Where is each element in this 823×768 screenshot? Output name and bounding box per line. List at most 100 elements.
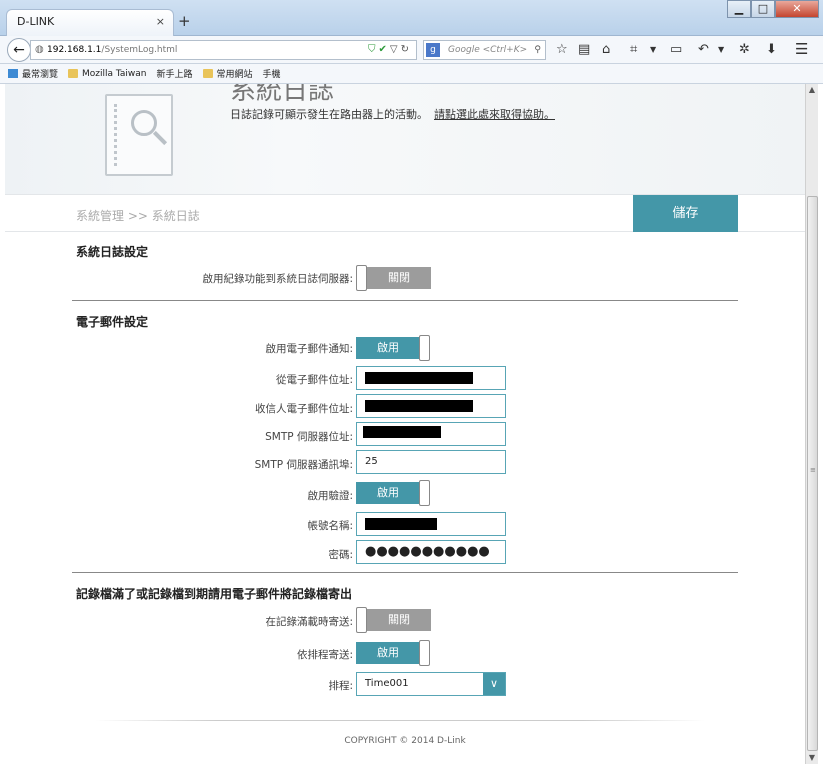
navigation-toolbar: ← ◍ 192.168.1.1/SystemLog.html ⛉✔▽↻ g Go… bbox=[0, 36, 823, 64]
reading-list-icon[interactable]: ▤ bbox=[578, 42, 590, 57]
copyright-text: COPYRIGHT © 2014 D-Link bbox=[344, 736, 466, 746]
search-icon[interactable]: ⚲ bbox=[534, 41, 541, 59]
menu-icon[interactable]: ☰ bbox=[795, 40, 808, 58]
smtp-port-field[interactable]: 25 bbox=[356, 450, 506, 474]
from-email-label: 從電子郵件位址: bbox=[275, 374, 353, 386]
send-on-full-toggle[interactable]: 關閉 bbox=[356, 607, 431, 633]
description-text: 日誌記錄可顯示發生在路由器上的活動。 bbox=[230, 108, 428, 121]
from-email-field[interactable] bbox=[356, 366, 506, 390]
bookmark-label: 最常瀏覽 bbox=[22, 70, 59, 80]
password-label: 密碼: bbox=[328, 549, 353, 561]
maximize-button[interactable]: □ bbox=[751, 0, 775, 18]
page-header: 系統日誌 日誌記錄可顯示發生在路由器上的活動。 請點選此處來取得協助。 bbox=[5, 84, 805, 194]
back-arrow-icon: ← bbox=[13, 42, 25, 58]
url-path: /SystemLog.html bbox=[101, 45, 178, 55]
section-divider bbox=[72, 572, 738, 573]
chevron-down-icon[interactable]: ∨ bbox=[483, 673, 505, 695]
globe-icon: ◍ bbox=[35, 44, 44, 55]
scroll-up-icon[interactable]: ▲ bbox=[806, 84, 818, 96]
close-window-button[interactable]: ✕ bbox=[775, 0, 819, 18]
to-email-field[interactable] bbox=[356, 394, 506, 418]
bookmark-item[interactable]: 手機 bbox=[5, 67, 281, 157]
to-email-label: 收信人電子郵件位址: bbox=[254, 403, 353, 415]
undo-dropdown-icon[interactable]: ▼ bbox=[718, 45, 724, 54]
account-name-label: 帳號名稱: bbox=[307, 520, 353, 532]
tab-close-icon[interactable]: × bbox=[156, 15, 165, 28]
page-scrollbar[interactable]: ▲ ≡ ▼ bbox=[805, 84, 818, 764]
browser-tab[interactable]: D-LINK × bbox=[6, 9, 174, 36]
bookmark-label: Mozilla Taiwan bbox=[82, 68, 147, 79]
url-host: 192.168.1.1 bbox=[47, 45, 102, 55]
auth-enable-toggle[interactable]: 啟用 bbox=[356, 480, 431, 506]
back-button[interactable]: ← bbox=[7, 38, 31, 62]
toggle-state: 啟用 bbox=[356, 482, 420, 504]
extension-icon[interactable]: ✲ bbox=[739, 42, 750, 57]
web-page: 系統日誌 日誌記錄可顯示發生在路由器上的活動。 請點選此處來取得協助。 系統管理 … bbox=[5, 84, 805, 764]
breadcrumb-bar: 系統管理 >> 系統日誌 儲存 bbox=[5, 194, 805, 232]
smtp-address-field[interactable] bbox=[356, 422, 506, 446]
toggle-knob[interactable] bbox=[419, 480, 430, 506]
schedule-select[interactable]: Time001 ∨ bbox=[356, 672, 506, 696]
tab-title: D-LINK bbox=[17, 15, 55, 28]
send-on-schedule-label: 依排程寄送: bbox=[296, 649, 353, 661]
toggle-state: 啟用 bbox=[356, 337, 420, 359]
syslog-section-title: 系統日誌設定 bbox=[76, 245, 149, 259]
bookmark-item[interactable]: 新手上路 bbox=[5, 67, 193, 157]
scroll-down-icon[interactable]: ▼ bbox=[806, 752, 818, 764]
tree-icon bbox=[8, 69, 18, 78]
toggle-state: 關閉 bbox=[367, 267, 431, 289]
bookmark-star-icon[interactable]: ☆ bbox=[556, 42, 568, 57]
password-field[interactable]: ●●●●●●●●●●● bbox=[356, 540, 506, 564]
toggle-state: 啟用 bbox=[356, 642, 420, 664]
bookmark-item[interactable]: 常用網站 bbox=[202, 67, 253, 80]
bookmark-label: 常用網站 bbox=[216, 70, 253, 80]
home-icon[interactable]: ⌂ bbox=[602, 42, 610, 57]
email-enable-label: 啟用電子郵件通知: bbox=[265, 343, 353, 355]
new-tab-button[interactable]: + bbox=[178, 12, 191, 30]
bookmark-label: 新手上路 bbox=[156, 70, 193, 80]
window-controls: ▁ □ ✕ bbox=[727, 0, 819, 18]
shield-icon[interactable]: ⛉ bbox=[368, 44, 379, 55]
schedule-label: 排程: bbox=[328, 680, 353, 692]
toggle-knob[interactable] bbox=[419, 640, 430, 666]
help-link[interactable]: 請點選此處來取得協助。 bbox=[434, 108, 555, 121]
browser-titlebar: D-LINK × + ▁ □ ✕ bbox=[0, 0, 823, 36]
bookmark-label: 手機 bbox=[262, 70, 281, 80]
crop-icon[interactable]: ⌗ bbox=[630, 42, 637, 57]
auth-enable-label: 啟用驗證: bbox=[307, 490, 353, 502]
crop-dropdown-icon[interactable]: ▼ bbox=[650, 45, 656, 54]
page-description: 日誌記錄可顯示發生在路由器上的活動。 請點選此處來取得協助。 bbox=[230, 106, 555, 122]
log-document-icon bbox=[105, 94, 173, 176]
undo-icon[interactable]: ↶ bbox=[698, 42, 709, 57]
schedule-value: Time001 bbox=[365, 678, 409, 689]
dropdown-icon[interactable]: ▽ bbox=[390, 44, 401, 55]
search-engine-icon[interactable]: g bbox=[426, 43, 440, 57]
email-enable-toggle[interactable]: 啟用 bbox=[356, 335, 431, 361]
chat-icon[interactable]: ▭ bbox=[670, 42, 682, 57]
check-icon[interactable]: ✔ bbox=[379, 44, 390, 55]
search-bar[interactable]: g Google <Ctrl+K> ⚲ bbox=[423, 40, 546, 60]
send-on-full-label: 在記錄滿載時寄送: bbox=[265, 616, 353, 628]
redacted-value bbox=[365, 372, 473, 384]
save-button[interactable]: 儲存 bbox=[633, 195, 738, 232]
smtp-address-label: SMTP 伺服器位址: bbox=[265, 431, 353, 443]
page-title: 系統日誌 bbox=[230, 84, 335, 106]
bookmarks-toolbar: 最常瀏覽 Mozilla Taiwan 新手上路 常用網站 手機 bbox=[0, 64, 823, 157]
address-bar[interactable]: ◍ 192.168.1.1/SystemLog.html ⛉✔▽↻ bbox=[30, 40, 417, 60]
scrollbar-thumb[interactable]: ≡ bbox=[807, 196, 818, 751]
minimize-button[interactable]: ▁ bbox=[727, 0, 751, 18]
download-icon[interactable]: ⬇ bbox=[766, 42, 777, 57]
bookmark-item[interactable]: 最常瀏覽 bbox=[8, 67, 58, 80]
grip-icon: ≡ bbox=[810, 466, 816, 474]
bookmark-item[interactable]: Mozilla Taiwan bbox=[68, 68, 147, 79]
breadcrumb: 系統管理 >> 系統日誌 bbox=[76, 209, 200, 223]
syslog-enable-toggle[interactable]: 關閉 bbox=[356, 265, 431, 291]
toggle-knob[interactable] bbox=[419, 335, 430, 361]
section-divider bbox=[72, 300, 738, 301]
toggle-knob[interactable] bbox=[356, 265, 367, 291]
toggle-knob[interactable] bbox=[356, 607, 367, 633]
smtp-port-label: SMTP 伺服器通訊埠: bbox=[254, 459, 353, 471]
send-on-schedule-toggle[interactable]: 啟用 bbox=[356, 640, 431, 666]
reload-icon[interactable]: ↻ bbox=[401, 44, 412, 55]
account-name-field[interactable] bbox=[356, 512, 506, 536]
